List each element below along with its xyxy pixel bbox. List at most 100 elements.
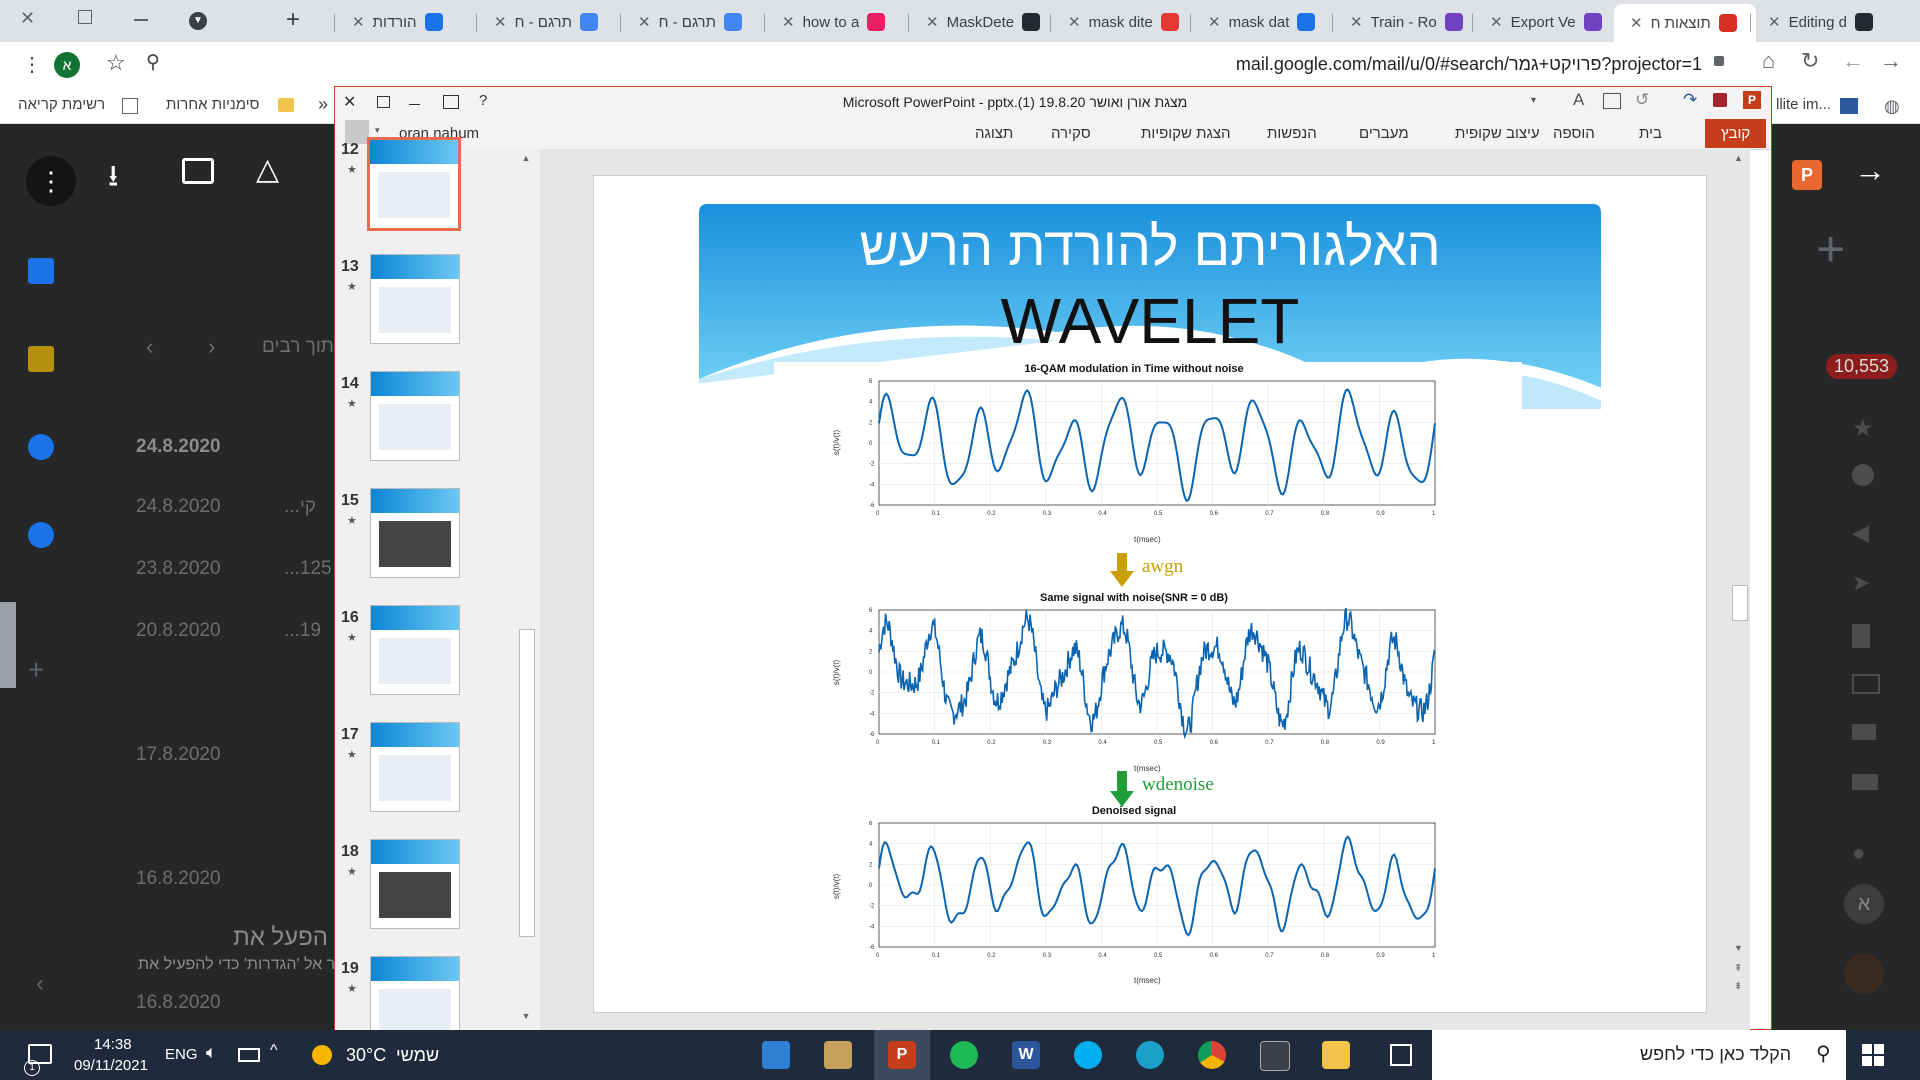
weather-desc[interactable]: שמשי bbox=[396, 1045, 439, 1066]
ppt-restore-icon[interactable] bbox=[443, 95, 459, 109]
other-bookmarks[interactable]: סימניות אחרות bbox=[166, 96, 259, 113]
powerpoint-app-icon[interactable]: P bbox=[888, 1041, 916, 1069]
contacts-app-icon[interactable] bbox=[28, 522, 54, 548]
redo-icon[interactable]: ↷ bbox=[1683, 90, 1697, 110]
slide-thumbnail[interactable] bbox=[370, 722, 460, 812]
browser-tab[interactable]: ✕ mask dite bbox=[1052, 6, 1194, 38]
tab-search-icon[interactable]: ▼ bbox=[189, 12, 207, 30]
slide-canvas[interactable]: האלגוריתם להורדת הרעש WAVELET 16-QAM mod… bbox=[593, 175, 1707, 1013]
restore-window-icon[interactable] bbox=[78, 10, 92, 24]
prev-slide-icon[interactable]: ⇞ bbox=[1734, 963, 1742, 974]
side-chat-icon[interactable]: ● bbox=[1852, 840, 1865, 866]
prev-page-icon[interactable]: ‹ bbox=[36, 970, 44, 998]
browser-tab[interactable]: ✕ MaskDete bbox=[910, 6, 1052, 38]
spotify-app-icon[interactable] bbox=[950, 1041, 978, 1069]
thumbs-scroll-up[interactable]: ▲ bbox=[519, 153, 533, 169]
tab-close-icon[interactable]: ✕ bbox=[782, 13, 795, 31]
ppt-close-icon[interactable]: ✕ bbox=[343, 92, 356, 112]
font-size-icon[interactable]: A bbox=[1573, 90, 1584, 110]
slide-thumbnail[interactable] bbox=[370, 371, 460, 461]
forward-arrow-icon[interactable]: → bbox=[1854, 152, 1886, 189]
close-window-icon[interactable]: ✕ bbox=[20, 8, 35, 29]
show-hidden-icons[interactable]: ^ bbox=[270, 1042, 278, 1060]
ppt-help-icon[interactable]: ? bbox=[479, 92, 487, 109]
side-user-photo[interactable] bbox=[1844, 954, 1884, 994]
undo-icon[interactable]: ↺ bbox=[1635, 90, 1649, 110]
side-keyboard-icon[interactable] bbox=[1852, 774, 1878, 790]
ribbon-tab[interactable]: קובץ bbox=[1705, 119, 1767, 148]
clock-time[interactable]: 14:38 bbox=[94, 1036, 132, 1053]
ribbon-tab[interactable]: סקירה bbox=[1051, 125, 1091, 142]
slide-title-line2[interactable]: WAVELET bbox=[622, 284, 1678, 358]
mail-snippet[interactable]: ...125 bbox=[284, 558, 332, 580]
browser-tab[interactable]: ✕ mask dat bbox=[1192, 6, 1334, 38]
present-icon[interactable] bbox=[1603, 93, 1621, 109]
slide-scrollbar-thumb[interactable] bbox=[1732, 585, 1748, 621]
slide-thumbnail[interactable] bbox=[370, 839, 460, 929]
lock-icon[interactable] bbox=[1714, 56, 1724, 66]
archive-app-icon[interactable] bbox=[824, 1041, 852, 1069]
browser-tab[interactable]: ✕ Export Ve bbox=[1474, 6, 1616, 38]
photos-app-icon[interactable] bbox=[762, 1041, 790, 1069]
browser-tab[interactable]: ✕ how to a bbox=[766, 6, 908, 38]
tab-close-icon[interactable]: ✕ bbox=[1350, 13, 1363, 31]
print-icon[interactable] bbox=[182, 158, 214, 184]
mail-date[interactable]: 20.8.2020 bbox=[136, 620, 221, 642]
clock-date[interactable]: 09/11/2021 bbox=[74, 1057, 148, 1074]
tab-close-icon[interactable]: ✕ bbox=[1490, 13, 1503, 31]
side-video-icon[interactable] bbox=[1852, 674, 1880, 694]
tab-close-icon[interactable]: ✕ bbox=[1208, 13, 1221, 31]
zoom-icon[interactable]: ⚲ bbox=[146, 51, 160, 74]
ribbon-tab[interactable]: הנפשות bbox=[1267, 125, 1317, 142]
ribbon-tab[interactable]: הוספה bbox=[1553, 125, 1595, 142]
tasks-app-icon[interactable] bbox=[28, 434, 54, 460]
side-camera-icon[interactable] bbox=[1852, 724, 1876, 740]
task-view-icon[interactable] bbox=[1390, 1044, 1412, 1066]
ppt-maximize-icon[interactable] bbox=[377, 96, 390, 108]
slide-thumbnail[interactable] bbox=[370, 488, 460, 578]
prev-arrow-icon[interactable]: ‹ bbox=[146, 334, 153, 360]
reload-icon[interactable]: ↻ bbox=[1801, 48, 1819, 74]
battery-icon[interactable] bbox=[238, 1048, 260, 1062]
browser-tab[interactable]: ✕ תוצאות ח bbox=[1614, 4, 1756, 42]
bookmarks-overflow[interactable]: » bbox=[318, 94, 328, 115]
add-app-icon[interactable]: + bbox=[28, 654, 44, 686]
mail-date[interactable]: 16.8.2020 bbox=[136, 992, 221, 1014]
user-dropdown-icon[interactable]: ▾ bbox=[375, 125, 380, 136]
minimize-window-icon[interactable] bbox=[134, 19, 148, 21]
next-slide-icon[interactable]: ⇟ bbox=[1734, 981, 1742, 992]
slide-title-line1[interactable]: האלגוריתם להורדת הרעש bbox=[622, 216, 1678, 278]
ribbon-tab[interactable]: מעברים bbox=[1359, 125, 1409, 142]
calendar-app-icon[interactable] bbox=[28, 258, 54, 284]
tab-close-icon[interactable]: ✕ bbox=[494, 13, 507, 31]
store-app-icon[interactable] bbox=[1260, 1041, 1290, 1071]
address-bar[interactable]: mail.google.com/mail/u/0/#search/פרויקט+… bbox=[1090, 54, 1702, 75]
tab-close-icon[interactable]: ✕ bbox=[926, 13, 939, 31]
volume-icon[interactable]: 🔈︎ bbox=[206, 1042, 217, 1063]
mail-snippet[interactable]: ...קי bbox=[284, 496, 316, 518]
ppt-minimize-icon[interactable] bbox=[409, 104, 420, 105]
search-placeholder[interactable]: הקלד כאן כדי לחפש bbox=[1640, 1044, 1791, 1065]
side-star-icon[interactable]: ★ bbox=[1852, 414, 1874, 443]
ribbon-tab[interactable]: הצגת שקופיות bbox=[1141, 125, 1231, 142]
side-label-icon[interactable]: ◀ bbox=[1852, 520, 1869, 546]
search-icon[interactable]: ⚲ bbox=[1816, 1041, 1831, 1066]
mail-date[interactable]: 23.8.2020 bbox=[136, 558, 221, 580]
download-icon[interactable]: ⭳ bbox=[108, 154, 119, 205]
side-send-icon[interactable]: ➤ bbox=[1852, 570, 1870, 596]
tab-close-icon[interactable]: ✕ bbox=[1068, 13, 1081, 31]
mail-snippet[interactable]: ...19 bbox=[284, 620, 321, 642]
browser-tab[interactable]: ✕ Train - Ro bbox=[1334, 6, 1476, 38]
weather-sun-icon[interactable] bbox=[312, 1045, 332, 1065]
ribbon-tab[interactable]: עיצוב שקופית bbox=[1455, 125, 1540, 142]
more-options-icon[interactable]: ⋮ bbox=[26, 156, 76, 206]
browser-tab[interactable]: ✕ הורדות bbox=[336, 6, 478, 38]
scroll-handle[interactable] bbox=[0, 602, 16, 688]
chrome-app-icon[interactable] bbox=[1198, 1041, 1226, 1069]
mail-date[interactable]: 17.8.2020 bbox=[136, 744, 221, 766]
new-tab-icon[interactable]: + bbox=[286, 6, 300, 34]
file-explorer-icon[interactable] bbox=[1322, 1041, 1350, 1069]
slide-thumbnail[interactable] bbox=[367, 137, 461, 231]
tab-close-icon[interactable]: ✕ bbox=[352, 13, 365, 31]
profile-avatar[interactable]: א bbox=[54, 52, 80, 78]
